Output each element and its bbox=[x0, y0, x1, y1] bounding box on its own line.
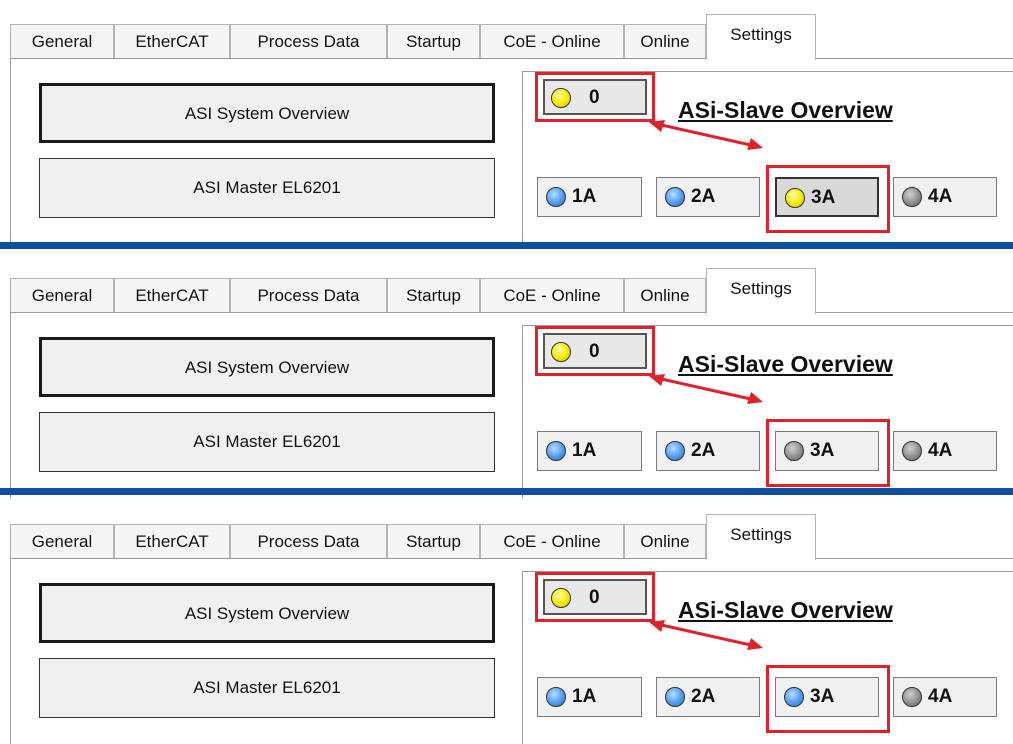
tab-strip: General EtherCAT Process Data Startup CoE - … bbox=[0, 254, 1013, 314]
tab-settings[interactable]: Settings bbox=[706, 268, 816, 314]
led-indicator-icon bbox=[546, 687, 566, 707]
highlight-box bbox=[535, 72, 655, 122]
tab-ethercat[interactable]: EtherCAT bbox=[114, 24, 230, 58]
tab-general[interactable]: General bbox=[10, 24, 114, 58]
double-arrow-icon bbox=[649, 374, 763, 404]
slave-label: 4A bbox=[928, 440, 953, 461]
led-indicator-icon bbox=[665, 441, 685, 461]
led-indicator-icon bbox=[546, 187, 566, 207]
settings-panel: General EtherCAT Process Data Startup CoE - … bbox=[0, 254, 1013, 498]
slave-4a-button[interactable]: 4A bbox=[893, 177, 997, 217]
slave-label: 2A bbox=[691, 186, 716, 207]
double-arrow-icon bbox=[649, 620, 763, 650]
asi-slave-overview-group: ASi-Slave Overview 0 1A 2A 3A 4A bbox=[522, 571, 1013, 744]
tab-online[interactable]: Online bbox=[624, 524, 706, 558]
tab-startup[interactable]: Startup bbox=[387, 524, 480, 558]
asi-slave-overview-group: ASi-Slave Overview 0 1A 2A 3A 4A bbox=[522, 71, 1013, 244]
led-indicator-icon bbox=[902, 187, 922, 207]
slave-label: 1A bbox=[572, 186, 597, 207]
panel-divider bbox=[0, 488, 1013, 495]
led-indicator-icon bbox=[546, 441, 566, 461]
led-indicator-icon bbox=[665, 187, 685, 207]
tab-online[interactable]: Online bbox=[624, 278, 706, 312]
asi-slave-overview-group: ASi-Slave Overview 0 1A 2A 3A 4A bbox=[522, 325, 1013, 498]
highlight-box bbox=[535, 326, 655, 376]
highlight-box bbox=[535, 572, 655, 622]
asi-system-overview-button[interactable]: ASI System Overview bbox=[39, 583, 495, 643]
tab-general[interactable]: General bbox=[10, 278, 114, 312]
double-arrow-icon bbox=[649, 120, 763, 150]
slave-4a-button[interactable]: 4A bbox=[893, 677, 997, 717]
slave-1a-button[interactable]: 1A bbox=[537, 177, 642, 217]
led-indicator-icon bbox=[902, 441, 922, 461]
slave-2a-button[interactable]: 2A bbox=[656, 677, 760, 717]
led-indicator-icon bbox=[902, 687, 922, 707]
slave-label: 1A bbox=[572, 686, 597, 707]
tab-strip: General EtherCAT Process Data Startup CoE - … bbox=[0, 0, 1013, 60]
settings-page: ASI System Overview ASI Master EL6201 ASi-… bbox=[10, 58, 1013, 244]
highlight-box bbox=[766, 419, 890, 487]
panel-divider bbox=[0, 242, 1013, 249]
tab-coe-online[interactable]: CoE - Online bbox=[480, 278, 624, 312]
slave-1a-button[interactable]: 1A bbox=[537, 677, 642, 717]
asi-master-button[interactable]: ASI Master EL6201 bbox=[39, 658, 495, 718]
led-indicator-icon bbox=[665, 687, 685, 707]
settings-panel: General EtherCAT Process Data Startup CoE - … bbox=[0, 0, 1013, 244]
slave-label: 4A bbox=[928, 686, 953, 707]
asi-system-overview-button[interactable]: ASI System Overview bbox=[39, 83, 495, 143]
tab-settings[interactable]: Settings bbox=[706, 14, 816, 60]
tab-coe-online[interactable]: CoE - Online bbox=[480, 524, 624, 558]
settings-page: ASI System Overview ASI Master EL6201 ASi-… bbox=[10, 312, 1013, 498]
slave-label: 2A bbox=[691, 440, 716, 461]
tab-startup[interactable]: Startup bbox=[387, 24, 480, 58]
tab-process-data[interactable]: Process Data bbox=[230, 24, 387, 58]
tab-process-data[interactable]: Process Data bbox=[230, 524, 387, 558]
tab-coe-online[interactable]: CoE - Online bbox=[480, 24, 624, 58]
slave-label: 1A bbox=[572, 440, 597, 461]
tab-strip: General EtherCAT Process Data Startup CoE - … bbox=[0, 500, 1013, 560]
tab-general[interactable]: General bbox=[10, 524, 114, 558]
tab-ethercat[interactable]: EtherCAT bbox=[114, 278, 230, 312]
asi-master-button[interactable]: ASI Master EL6201 bbox=[39, 158, 495, 218]
tab-online[interactable]: Online bbox=[624, 24, 706, 58]
slave-2a-button[interactable]: 2A bbox=[656, 431, 760, 471]
highlight-box bbox=[766, 165, 890, 233]
settings-panel: General EtherCAT Process Data Startup CoE - … bbox=[0, 500, 1013, 744]
slave-2a-button[interactable]: 2A bbox=[656, 177, 760, 217]
tab-process-data[interactable]: Process Data bbox=[230, 278, 387, 312]
asi-system-overview-button[interactable]: ASI System Overview bbox=[39, 337, 495, 397]
slave-label: 4A bbox=[928, 186, 953, 207]
asi-master-button[interactable]: ASI Master EL6201 bbox=[39, 412, 495, 472]
slave-1a-button[interactable]: 1A bbox=[537, 431, 642, 471]
tab-startup[interactable]: Startup bbox=[387, 278, 480, 312]
slave-label: 2A bbox=[691, 686, 716, 707]
highlight-box bbox=[766, 665, 890, 733]
settings-page: ASI System Overview ASI Master EL6201 ASi-… bbox=[10, 558, 1013, 744]
tab-settings[interactable]: Settings bbox=[706, 514, 816, 560]
slave-4a-button[interactable]: 4A bbox=[893, 431, 997, 471]
tab-ethercat[interactable]: EtherCAT bbox=[114, 524, 230, 558]
